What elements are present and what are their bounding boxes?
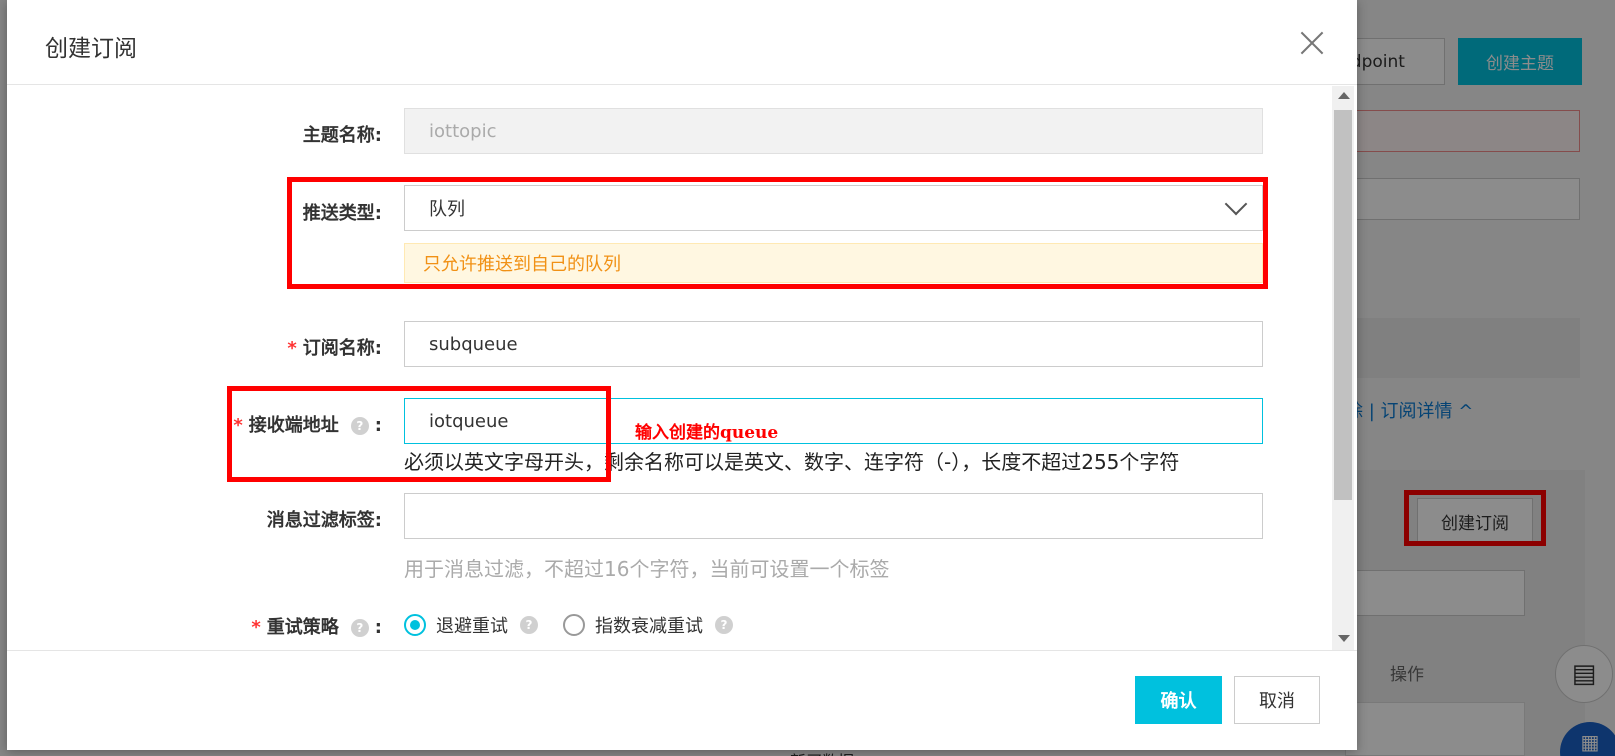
dialog-scrollbar[interactable] [1332,86,1354,650]
radio-unchecked-icon [563,614,585,636]
subscription-name-label-text: 订阅名称: [302,338,382,359]
retry-policy-label-text: 重试策略 [266,617,339,638]
help-icon[interactable]: ? [715,616,733,634]
annotation-box-endpoint [227,386,611,482]
radio-backoff-retry[interactable]: 退避重试 ? [404,612,544,638]
close-icon[interactable] [1297,28,1327,58]
retry-policy-label: * 重试策略?: [251,613,382,639]
dialog-body: 主题名称: iottopic 推送类型: 队列 只允许推送到自己的队列 * 订阅名… [7,86,1357,650]
help-icon[interactable]: ? [350,619,369,637]
scroll-up-icon[interactable] [1338,92,1350,99]
help-icon[interactable]: ? [520,616,538,634]
filter-tag-label: 消息过滤标签: [266,510,382,531]
create-subscription-dialog: 创建订阅 主题名称: iottopic 推送类型: 队列 只允许推送到自己的队列… [7,0,1357,750]
subscription-name-input[interactable]: subqueue [404,321,1263,367]
dialog-header: 创建订阅 [7,0,1357,85]
scroll-thumb[interactable] [1334,110,1352,500]
radio-checked-icon [404,614,426,636]
subscription-name-value: subqueue [429,333,518,355]
required-mark: * [287,338,297,359]
radio-exponential-label: 指数衰减重试 [595,616,703,637]
filter-tag-input[interactable] [404,493,1263,539]
scroll-down-icon[interactable] [1338,635,1350,642]
topic-name-field: iottopic [404,108,1263,154]
required-mark: * [251,617,261,638]
annotation-box-push-type [287,177,1268,289]
annotation-text: 输入创建的queue [635,423,779,443]
confirm-button[interactable]: 确认 [1135,676,1222,724]
dialog-footer: 确认 取消 [7,650,1357,750]
dialog-title: 创建订阅 [45,36,137,62]
topic-name-value: iottopic [429,120,497,142]
radio-exponential-retry[interactable]: 指数衰减重试 ? [563,612,739,638]
retry-policy-label-suffix: : [374,617,382,638]
radio-backoff-label: 退避重试 [436,616,508,637]
subscription-name-label: * 订阅名称: [287,334,382,360]
cancel-button[interactable]: 取消 [1234,676,1320,724]
topic-name-label: 主题名称: [302,125,382,146]
filter-tag-hint: 用于消息过滤，不超过16个字符，当前可设置一个标签 [404,557,890,581]
